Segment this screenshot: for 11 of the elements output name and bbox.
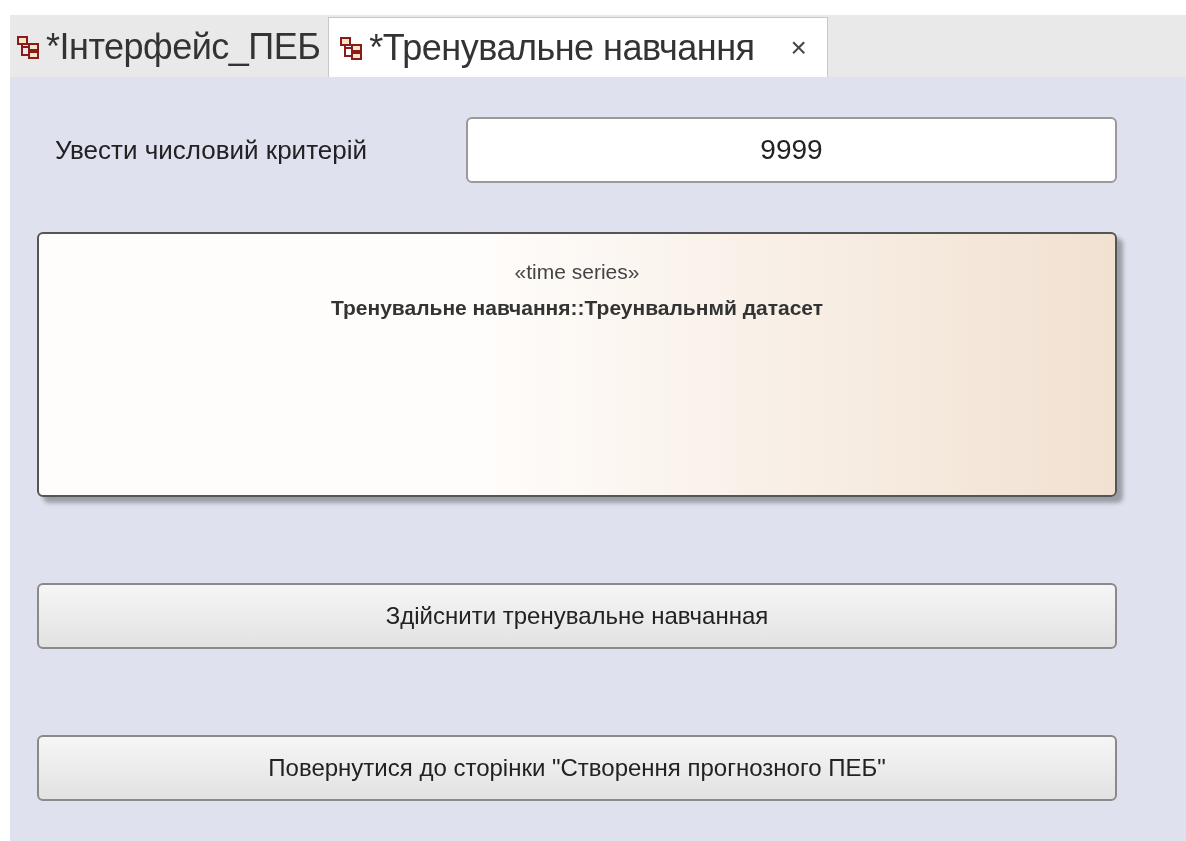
diagram-icon [339,35,364,60]
tab[interactable]: *Тренувальне навчання × [328,17,828,77]
action-button[interactable]: Здійснити тренувальне навчанная [37,583,1117,649]
close-button[interactable]: × [790,26,807,69]
stereotype-label: «time series» [514,259,640,285]
field-label: Увести числовий критерій [54,133,368,167]
element-name: Тренувальне навчання::Треунвальнмй датасет [330,294,824,321]
action-button[interactable]: Повернутися до сторінки "Створення прогнозного ПЕБ" [37,735,1117,801]
diagram-icon [16,35,40,59]
time-series-element[interactable]: «time series» Тренувальне навчання::Треунвальнмй датасет [37,232,1117,497]
input-field[interactable]: 9999 [466,117,1117,183]
